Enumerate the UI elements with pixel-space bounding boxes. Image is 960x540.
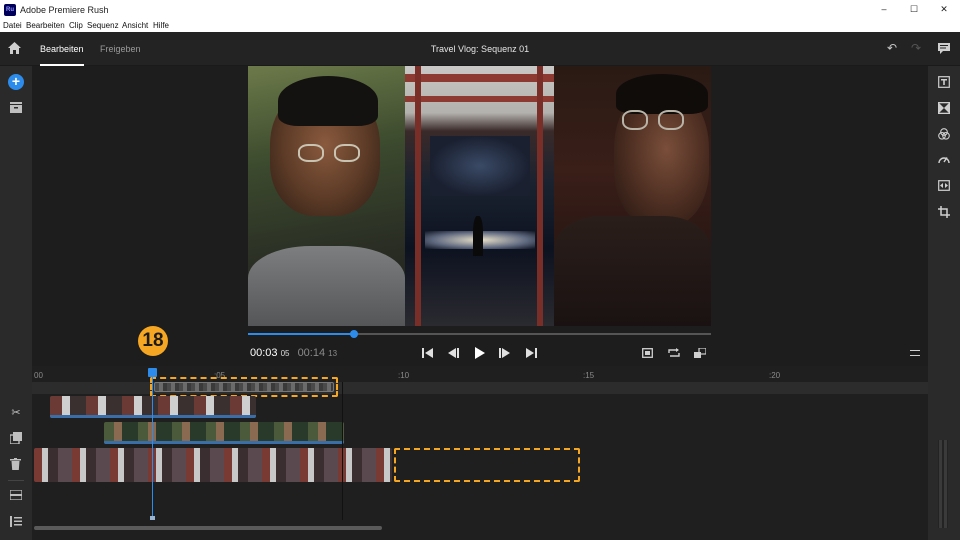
menu-item-bearbeiten[interactable]: Bearbeiten [26,21,65,30]
time-display: 00:03 05 00:14 13 [250,347,337,359]
video-clip-top[interactable] [50,396,256,418]
track-toggle-icon[interactable] [10,490,22,500]
media-library-icon[interactable] [10,102,22,113]
menu-item-clip[interactable]: Clip [69,21,83,30]
transitions-icon[interactable] [938,102,950,114]
menu-item-hilfe[interactable]: Hilfe [153,21,169,30]
maximize-button[interactable]: ☐ [906,4,922,15]
duplicate-icon[interactable] [10,432,22,444]
project-title: Travel Vlog: Sequenz 01 [430,44,530,54]
tab-bearbeiten-label: Bearbeiten [40,44,84,54]
ruler-label-15: :15 [583,371,595,380]
menu-item-ansicht[interactable]: Ansicht [122,21,148,30]
fullscreen-icon[interactable] [642,348,653,358]
title-clip[interactable] [154,382,334,392]
aspect-ratio-icon[interactable] [694,348,706,358]
undo-icon[interactable]: ↶ [884,41,900,55]
tab-bearbeiten[interactable]: Bearbeiten [40,32,84,66]
video-frame[interactable] [248,66,711,326]
preview-panel: 00:03 05 00:14 13 [32,66,928,366]
app-logo-icon: Ru [4,4,16,16]
delete-icon[interactable] [10,458,21,470]
window-titlebar: Ru Adobe Premiere Rush – ☐ ✕ [0,0,960,20]
collage-right-image [554,66,711,326]
speed-icon[interactable] [938,154,950,165]
left-toolbar: + ✂ [0,66,32,540]
video-clip-main[interactable] [34,448,392,482]
play-icon[interactable] [475,347,485,359]
video-clip-middle[interactable] [104,422,344,444]
playhead-handle[interactable] [148,368,157,377]
scrubber-fill [248,333,355,335]
collage-left-image [248,66,405,326]
playback-scrubber[interactable] [248,330,711,338]
ruler-label-20: :20 [769,371,781,380]
menu-bar: Datei Bearbeiten Clip Sequenz Ansicht Hi… [0,20,960,32]
menu-item-datei[interactable]: Datei [3,21,22,30]
color-icon[interactable] [938,128,950,140]
sequence-end-marker [342,382,343,520]
comment-icon[interactable] [938,43,950,54]
empty-drop-slot[interactable] [394,448,580,482]
split-icon[interactable]: ✂ [8,406,24,420]
rail-divider [8,480,24,481]
ruler-label-0: 00 [34,371,43,380]
playhead[interactable] [148,368,157,520]
meter-left-bar [939,440,942,528]
titles-icon[interactable] [938,76,950,88]
timeline-panel: 00 :05 :10 :15 :20 18 [32,326,928,540]
ruler-label-10: :10 [398,371,410,380]
duration-frames: 13 [328,349,338,358]
home-icon[interactable] [8,42,21,54]
duration-time: 00:14 [297,347,326,359]
skip-to-end-icon[interactable] [526,348,537,358]
scrubber-handle[interactable] [350,330,359,338]
step-callout-badge: 18 [138,326,168,356]
current-frames: 05 [280,349,290,358]
skip-to-start-icon[interactable] [422,348,433,358]
tab-freigeben[interactable]: Freigeben [100,32,141,66]
tab-freigeben-label: Freigeben [100,44,141,54]
redo-icon[interactable]: ↷ [908,41,924,55]
current-time: 00:03 [250,347,278,359]
menu-toggle-icon[interactable] [910,350,920,356]
right-toolbar [928,66,960,540]
window-title: Adobe Premiere Rush [20,5,109,15]
close-button[interactable]: ✕ [936,4,952,15]
menu-item-sequenz[interactable]: Sequenz [87,21,119,30]
timeline-scrollbar[interactable] [34,526,382,530]
loop-icon[interactable] [668,348,680,358]
crop-icon[interactable] [938,206,950,218]
minimize-button[interactable]: – [876,4,892,14]
app-header: Bearbeiten Freigeben Travel Vlog: Sequen… [0,32,960,66]
collage-center-image [405,66,554,326]
highlighted-title-clip[interactable] [150,377,338,397]
playhead-foot [150,516,155,520]
meter-right-bar [944,440,947,528]
audio-icon[interactable] [938,180,950,191]
track-list-icon[interactable] [10,516,22,527]
add-icon[interactable]: + [8,74,24,90]
step-forward-icon[interactable] [499,348,510,358]
audio-meter [938,440,948,528]
step-back-icon[interactable] [448,348,459,358]
